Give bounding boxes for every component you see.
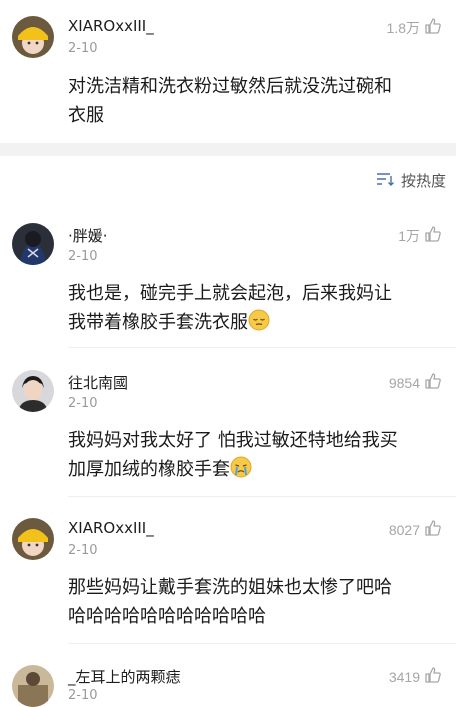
- comment-text-line: 我妈妈对我太好了 怕我过敏还特地给我买: [68, 430, 398, 451]
- comment-text: 我妈妈对我太好了 怕我过敏还特地给我买 加厚加绒的橡胶手套: [68, 426, 442, 487]
- username[interactable]: XIAROxxIII_: [68, 17, 154, 35]
- username[interactable]: _左耳上的两颗痣: [68, 666, 181, 687]
- top-comment: XIAROxxIII_ 2-10 1.8万 对洗洁精和洗衣粉过敏然后就没洗过碗和…: [0, 0, 456, 143]
- section-divider: [0, 143, 456, 156]
- username[interactable]: 往北南國: [68, 372, 128, 393]
- comment-text-line: 衣服: [68, 105, 104, 126]
- like-count: 9854: [388, 375, 420, 391]
- comment-date: 2-10: [68, 249, 98, 264]
- like-count: 3419: [388, 669, 420, 685]
- thumbs-up-icon: [424, 372, 442, 394]
- crying-face-emoji-icon: [230, 456, 252, 487]
- avatar[interactable]: [12, 16, 54, 58]
- comment-text-line: 那些妈妈让戴手套洗的姐妹也太惨了吧哈: [68, 577, 392, 598]
- thumbs-up-icon: [424, 225, 442, 247]
- like-button[interactable]: 9854: [389, 372, 442, 394]
- comment-date: 2-10: [68, 396, 98, 411]
- comment-text: 我也是，碰完手上就会起泡，后来我妈让 我带着橡胶手套洗衣服: [68, 279, 442, 340]
- comment-date: 2-10: [68, 543, 98, 558]
- like-count: 1.8万: [386, 20, 420, 36]
- avatar[interactable]: [12, 370, 54, 412]
- like-button[interactable]: 1.8万: [387, 17, 442, 39]
- avatar[interactable]: [12, 223, 54, 265]
- comment-text-line: 我带着橡胶手套洗衣服: [68, 308, 442, 340]
- reply-comment: 往北南國 2-10 9854 我妈妈对我太好了 怕我过敏还特地给我买 加厚加绒的…: [0, 348, 456, 496]
- reply-comment: XIAROxxIII_ 2-10 8027 那些妈妈让戴手套洗的姐妹也太惨了吧哈…: [0, 497, 456, 643]
- sleepy-face-emoji-icon: [248, 309, 270, 340]
- like-button[interactable]: 8027: [389, 519, 442, 541]
- comment-text-line: 加厚加绒的橡胶手套: [68, 455, 442, 487]
- comment-text-line: 哈哈哈哈哈哈哈哈哈哈哈: [68, 606, 266, 627]
- sort-icon: [375, 171, 395, 191]
- like-button[interactable]: 1万: [398, 225, 442, 247]
- thumbs-up-icon: [424, 17, 442, 39]
- sort-label: 按热度: [400, 172, 446, 190]
- reply-comment: _左耳上的两颗痣 2-10 3419: [0, 644, 456, 707]
- like-button[interactable]: 3419: [389, 666, 442, 688]
- thumbs-up-icon: [424, 666, 442, 688]
- comment-text: 那些妈妈让戴手套洗的姐妹也太惨了吧哈 哈哈哈哈哈哈哈哈哈哈哈: [68, 573, 442, 631]
- reply-comment: ·胖媛· 2-10 1万 我也是，碰完手上就会起泡，后来我妈让 我带着橡胶手套洗…: [0, 206, 456, 348]
- sort-by-hot-button[interactable]: 按热度: [375, 170, 446, 191]
- avatar[interactable]: [12, 518, 54, 560]
- comment-text: 对洗洁精和洗衣粉过敏然后就没洗过碗和 衣服: [68, 72, 442, 130]
- sort-bar: 按热度: [0, 156, 456, 206]
- comment-date: 2-10: [68, 41, 98, 56]
- like-count: 8027: [388, 522, 420, 538]
- username[interactable]: ·胖媛·: [68, 225, 108, 246]
- thumbs-up-icon: [424, 519, 442, 541]
- comment-text-line: 我也是，碰完手上就会起泡，后来我妈让: [68, 283, 392, 304]
- username[interactable]: XIAROxxIII_: [68, 519, 154, 537]
- comment-text-line: 对洗洁精和洗衣粉过敏然后就没洗过碗和: [68, 76, 392, 97]
- like-count: 1万: [398, 228, 420, 244]
